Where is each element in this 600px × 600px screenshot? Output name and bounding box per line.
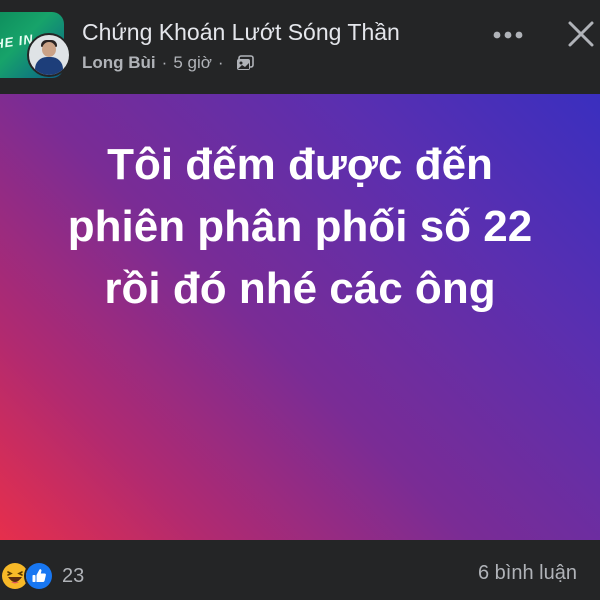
- comment-count-link[interactable]: 6 bình luận: [478, 562, 577, 585]
- more-options-button[interactable]: [488, 20, 528, 50]
- author-avatar[interactable]: [27, 33, 71, 77]
- post-body-line: rồi đó nhé các ông: [104, 264, 496, 313]
- post-body-line: Tôi đếm được đến: [107, 140, 493, 189]
- post-time[interactable]: 5 giờ: [173, 53, 212, 73]
- like-icon: [24, 561, 54, 591]
- post-meta: Long Bùi · 5 giờ ·: [82, 53, 254, 73]
- avatar-body: [35, 57, 63, 75]
- author-name[interactable]: Long Bùi: [82, 53, 156, 73]
- close-icon: [568, 21, 594, 47]
- meta-separator: ·: [161, 53, 168, 72]
- photo-album-icon: [236, 55, 254, 71]
- avatar-head: [42, 42, 56, 57]
- meta-separator: ·: [217, 53, 224, 72]
- post-body-line: phiên phân phối số 22: [67, 202, 533, 251]
- post-body-text: Tôi đếm được đến phiên phân phối số 22 r…: [0, 134, 600, 320]
- reaction-summary[interactable]: 23: [0, 561, 84, 591]
- more-horizontal-icon: [493, 31, 523, 39]
- post-header: HE IN Chứng Khoán Lướt Sóng Thần Long Bù…: [0, 0, 600, 94]
- close-button[interactable]: [563, 16, 599, 52]
- group-name[interactable]: Chứng Khoán Lướt Sóng Thần: [82, 19, 400, 46]
- reaction-count: 23: [62, 564, 85, 587]
